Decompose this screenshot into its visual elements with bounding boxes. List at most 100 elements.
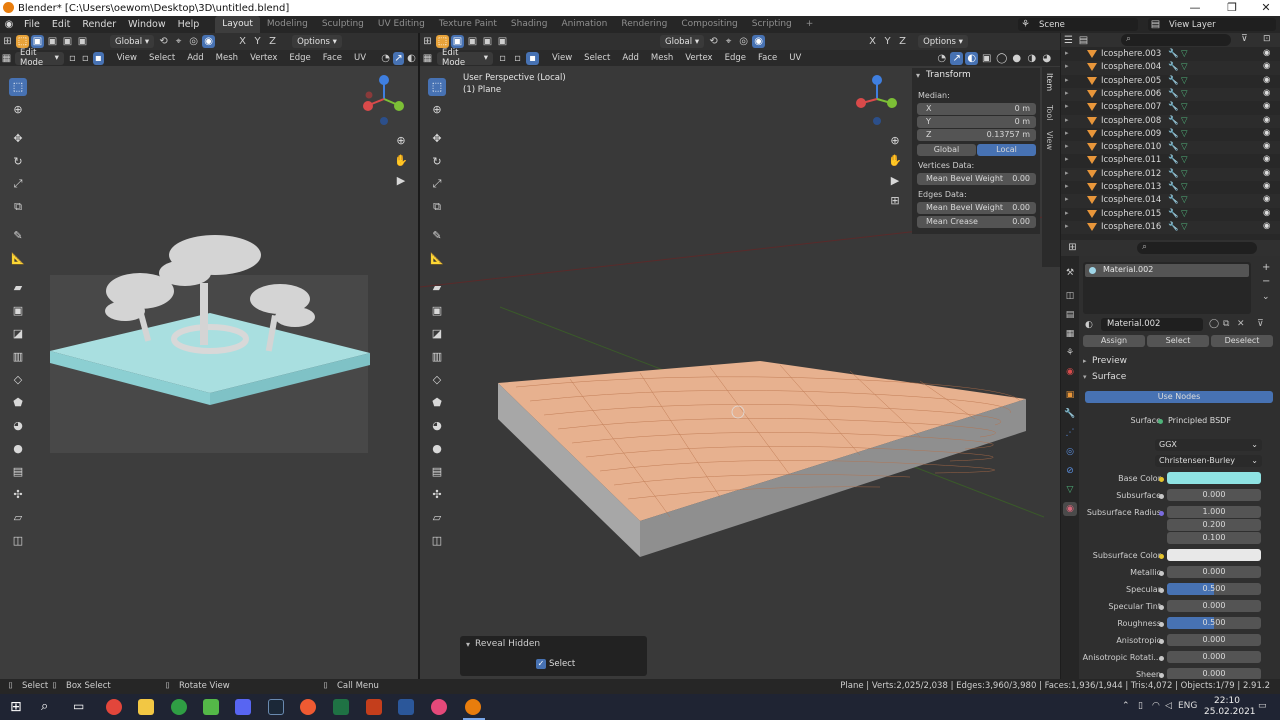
mirror-x-icon[interactable]: X xyxy=(236,35,249,48)
mode-extend-icon[interactable]: ▣ xyxy=(46,35,59,48)
maximize-button[interactable]: ❐ xyxy=(1215,0,1249,16)
steam-icon[interactable] xyxy=(268,699,284,715)
transform-orientation-dropdown[interactable]: Global ▾ xyxy=(660,35,705,48)
expand-arrow-icon[interactable]: ▸ xyxy=(1065,195,1069,203)
shrink-tool-icon[interactable]: ✣ xyxy=(9,485,27,503)
expand-arrow-icon[interactable]: ▸ xyxy=(1065,169,1069,177)
local-toggle[interactable]: Local xyxy=(977,144,1036,156)
mode-new-icon[interactable]: ▣ xyxy=(31,35,44,48)
outliner-row[interactable]: ▸ Icosphere.007 🔧 ▽ ◉ xyxy=(1061,101,1280,114)
outliner-row[interactable]: ▸ Icosphere.006 🔧 ▽ ◉ xyxy=(1061,87,1280,102)
zoom-icon[interactable]: ⊕ xyxy=(392,132,410,150)
outliner-row[interactable]: ▸ Icosphere.015 🔧 ▽ ◉ xyxy=(1061,208,1280,221)
overlay-icon[interactable]: ◐ xyxy=(406,52,417,65)
particles-tab-icon[interactable]: ⋰ xyxy=(1063,426,1077,440)
physics-tab-icon[interactable]: ◎ xyxy=(1063,445,1077,459)
data-tab-icon[interactable]: ▽ xyxy=(1063,483,1077,497)
menu-help[interactable]: Help xyxy=(172,16,206,33)
visibility-icon[interactable]: ◔ xyxy=(380,52,391,65)
roughness-slider[interactable]: 0.500 xyxy=(1167,617,1261,629)
gizmo-icon[interactable]: ↗ xyxy=(950,51,964,65)
roughness-socket-icon[interactable] xyxy=(1159,622,1164,627)
tab-view[interactable]: View xyxy=(1045,131,1054,150)
mode-invert-icon[interactable]: ▣ xyxy=(496,35,509,48)
eye-icon[interactable]: ◉ xyxy=(1263,48,1270,58)
vertex-select-icon[interactable]: ▫ xyxy=(67,52,78,65)
select-tool-icon[interactable]: ⬚ xyxy=(16,35,29,48)
anisotropic-field[interactable]: 0.000 xyxy=(1167,634,1261,646)
proportional-icon[interactable]: ◎ xyxy=(737,35,750,48)
median-x-field[interactable]: X 0 m xyxy=(917,103,1036,115)
output-tab-icon[interactable]: ▤ xyxy=(1063,308,1077,322)
outliner-row[interactable]: ▸ Icosphere.009 🔧 ▽ ◉ xyxy=(1061,128,1280,141)
smooth-tool-icon[interactable]: ● xyxy=(9,439,27,457)
select-checkbox[interactable]: ✓ xyxy=(536,659,546,669)
blender-menu-icon[interactable]: ◉ xyxy=(0,19,18,30)
anisotropic-socket-icon[interactable] xyxy=(1159,639,1164,644)
surface-socket-icon[interactable] xyxy=(1158,419,1163,424)
tab-rendering[interactable]: Rendering xyxy=(614,16,674,33)
mode-subtract-icon[interactable]: ▣ xyxy=(481,35,494,48)
expand-arrow-icon[interactable]: ▸ xyxy=(1065,89,1069,97)
eye-icon[interactable]: ◉ xyxy=(1263,61,1270,71)
specular-slider[interactable]: 0.500 xyxy=(1167,583,1261,595)
eye-icon[interactable]: ◉ xyxy=(1263,208,1270,218)
mode-new-icon[interactable]: ▣ xyxy=(451,35,464,48)
modifier-tab-icon[interactable]: 🔧 xyxy=(1063,407,1077,421)
remove-slot-icon[interactable]: − xyxy=(1262,276,1270,287)
extrude-tool-icon[interactable]: ▰ xyxy=(9,278,27,296)
cursor-tool-icon[interactable]: ⊕ xyxy=(9,101,27,119)
edge-bevel-field[interactable]: Mean Bevel Weight 0.00 xyxy=(917,202,1036,214)
transform-tool-icon[interactable]: ⧉ xyxy=(9,198,27,216)
metallic-field[interactable]: 0.000 xyxy=(1167,566,1261,578)
outliner-row[interactable]: ▸ Icosphere.003 🔧 ▽ ◉ xyxy=(1061,48,1280,61)
mode-dropdown[interactable]: Edit Mode ▾ xyxy=(14,48,64,68)
header-select[interactable]: Select xyxy=(143,53,181,63)
material-slot-row[interactable]: Material.002 xyxy=(1085,264,1249,277)
outliner-search-input[interactable]: ⌕ xyxy=(1121,34,1231,46)
deselect-button[interactable]: Deselect xyxy=(1211,335,1273,347)
edge-slide-tool-icon[interactable]: ▤ xyxy=(9,462,27,480)
proportional-icon[interactable]: ◎ xyxy=(187,35,200,48)
expand-arrow-icon[interactable]: ▸ xyxy=(1065,76,1069,84)
specular-tint-socket-icon[interactable] xyxy=(1159,605,1164,610)
subsurface-method-dropdown[interactable]: Christensen-Burley ⌄ xyxy=(1155,455,1262,467)
windows-start-icon[interactable]: ⊞ xyxy=(10,699,22,715)
header-add[interactable]: Add xyxy=(181,53,209,63)
constraints-tab-icon[interactable]: ⊘ xyxy=(1063,464,1077,478)
specular-tint-field[interactable]: 0.000 xyxy=(1167,600,1261,612)
material-slot-list[interactable]: Material.002 xyxy=(1083,262,1251,314)
outliner-editor-icon[interactable]: ☰ xyxy=(1062,34,1075,47)
search-icon[interactable]: ⌕ xyxy=(41,699,48,714)
pivot-icon[interactable]: ⟲ xyxy=(157,35,170,48)
shear-tool-icon[interactable]: ▱ xyxy=(9,508,27,526)
notifications-icon[interactable]: ▭ xyxy=(1258,701,1267,711)
subsurface-radius-socket-icon[interactable] xyxy=(1159,511,1164,516)
tab-animation[interactable]: Animation xyxy=(554,16,614,33)
rotate-tool-icon[interactable]: ↻ xyxy=(9,152,27,170)
itunes-icon[interactable] xyxy=(431,699,447,715)
xray-icon[interactable]: ▣ xyxy=(980,52,993,65)
fake-user-icon[interactable]: ◯ xyxy=(1209,319,1219,329)
mode-invert-icon[interactable]: ▣ xyxy=(76,35,89,48)
task-view-icon[interactable]: ▭ xyxy=(73,699,84,713)
tab-scripting[interactable]: Scripting xyxy=(745,16,799,33)
collapse-arrow-icon[interactable]: ▾ xyxy=(916,71,920,80)
taskbar-lang[interactable]: ENG xyxy=(1178,701,1197,711)
header-uv[interactable]: UV xyxy=(348,53,372,63)
outliner-row[interactable]: ▸ Icosphere.011 🔧 ▽ ◉ xyxy=(1061,154,1280,167)
zoom-icon[interactable]: ⊕ xyxy=(886,132,904,150)
android-icon[interactable] xyxy=(203,699,219,715)
filter-icon[interactable]: ⊽ xyxy=(1241,34,1248,44)
rip-tool-icon[interactable]: ◫ xyxy=(9,531,27,549)
main-navigation-gizmo[interactable] xyxy=(852,73,902,129)
properties-editor-icon[interactable]: ⊞ xyxy=(1066,241,1079,254)
vertex-bevel-field[interactable]: Mean Bevel Weight 0.00 xyxy=(917,173,1036,185)
use-nodes-button[interactable]: Use Nodes xyxy=(1085,391,1273,403)
expand-arrow-icon[interactable]: ▸ xyxy=(1065,142,1069,150)
eye-icon[interactable]: ◉ xyxy=(1263,181,1270,191)
left-navigation-gizmo[interactable] xyxy=(360,73,410,129)
eye-icon[interactable]: ◉ xyxy=(1263,115,1270,125)
pivot-icon[interactable]: ⟲ xyxy=(707,35,720,48)
taskbar-date[interactable]: 25.02.2021 xyxy=(1204,707,1256,717)
